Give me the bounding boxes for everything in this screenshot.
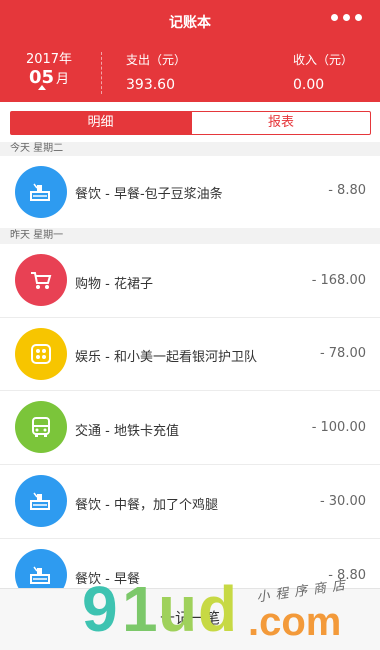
- entry-description: 娱乐 - 和小美一起看银河护卫队: [75, 350, 257, 365]
- food-icon: [15, 549, 67, 589]
- more-menu-icon[interactable]: [331, 14, 362, 21]
- view-tabs: 明细 报表: [0, 102, 380, 142]
- app-title: 记账本: [169, 15, 211, 31]
- entry-amount: - 168.00: [311, 273, 366, 288]
- entry-amount: - 78.00: [319, 346, 366, 361]
- food-icon: [15, 475, 67, 527]
- day-header-today: 今天 星期二: [10, 143, 64, 154]
- game-icon: [15, 328, 67, 380]
- entry-amount: - 8.80: [328, 568, 366, 583]
- cart-icon: [15, 254, 67, 306]
- income-value: 0.00: [293, 77, 325, 93]
- list-item[interactable]: 餐饮 - 早餐-包子豆浆油条 - 8.80: [0, 156, 380, 228]
- month-label: 05 月: [18, 68, 80, 90]
- add-entry-button[interactable]: 十记一笔: [0, 607, 380, 628]
- bus-icon: [15, 401, 67, 453]
- entry-description: 餐饮 - 中餐，加了个鸡腿: [75, 498, 218, 513]
- year-label: 2017年: [25, 52, 73, 67]
- month-unit: 月: [56, 72, 70, 87]
- day-header-yesterday: 昨天 星期一: [10, 230, 64, 241]
- income-summary: 收入（元） 0.00: [293, 52, 353, 98]
- entry-description: 餐饮 - 早餐-包子豆浆油条: [75, 187, 223, 202]
- list-item[interactable]: 购物 - 花裙子 - 168.00: [0, 244, 380, 316]
- expense-summary: 支出（元） 393.60: [126, 52, 186, 98]
- list-item[interactable]: 餐饮 - 中餐，加了个鸡腿 - 30.00: [0, 465, 380, 537]
- food-icon: [15, 166, 67, 218]
- list-item[interactable]: 娱乐 - 和小美一起看银河护卫队 - 78.00: [0, 318, 380, 390]
- caret-up-icon: [38, 85, 46, 90]
- list-item[interactable]: 餐饮 - 早餐 - 8.80: [0, 539, 380, 589]
- entry-amount: - 100.00: [311, 420, 366, 435]
- entry-description: 购物 - 花裙子: [75, 277, 153, 292]
- income-label: 收入（元）: [293, 53, 354, 67]
- tab-detail[interactable]: 明细: [10, 111, 191, 135]
- entry-description: 餐饮 - 早餐: [75, 572, 140, 587]
- summary-header: 记账本 2017年 05 月 支出（元） 393.60 收入（元） 0.00: [0, 0, 380, 102]
- month-picker[interactable]: 2017年 05 月: [18, 52, 80, 90]
- expense-value: 393.60: [126, 77, 175, 93]
- bottom-bar: 十记一笔: [0, 588, 380, 650]
- expense-label: 支出（元）: [126, 53, 187, 67]
- tab-report[interactable]: 报表: [191, 111, 371, 135]
- header-divider: [101, 52, 102, 94]
- entry-amount: - 8.80: [328, 183, 366, 198]
- list-item[interactable]: 交通 - 地铁卡充值 - 100.00: [0, 391, 380, 463]
- entry-amount: - 30.00: [319, 494, 366, 509]
- entry-description: 交通 - 地铁卡充值: [75, 424, 179, 439]
